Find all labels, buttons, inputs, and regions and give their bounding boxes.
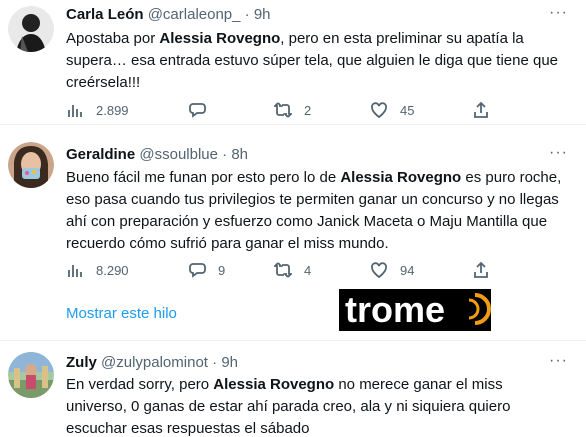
heart-icon (371, 102, 387, 119)
tweet-actions: 8.290 9 4 94 (66, 261, 488, 281)
timestamp[interactable]: 8h (231, 146, 248, 163)
tweet-header: Geraldine @ssoulblue · 8h (66, 146, 248, 163)
tweet-text: Bueno fácil me funan por esto pero lo de… (66, 167, 566, 255)
tweet-text: En verdad sorry, pero Alessia Rovegno no… (66, 374, 566, 437)
like-button[interactable]: 94 (370, 261, 414, 279)
tweet-actions: 2.899 2 45 (66, 101, 488, 121)
author-name[interactable]: Carla León (66, 6, 144, 23)
avatar[interactable] (8, 6, 54, 52)
tweet-header: Carla León @carlaleonp_ · 9h (66, 6, 271, 23)
reply-count: 9 (218, 262, 226, 278)
tweet-text-bold: Alessia Rovegno (340, 169, 462, 186)
tweet-text-bold: Alessia Rovegno (159, 30, 281, 47)
retweet-count: 2 (304, 102, 312, 118)
views-count: 8.290 (96, 262, 129, 278)
share-button[interactable] (472, 261, 490, 279)
tweet-text-part: Apostaba por (66, 30, 160, 47)
retweet-icon (274, 102, 292, 118)
like-button[interactable]: 45 (370, 101, 414, 119)
reply-button[interactable] (188, 101, 218, 119)
avatar[interactable] (8, 352, 54, 398)
more-options-icon[interactable]: ··· (549, 4, 568, 22)
watermark-text: trome (345, 289, 445, 330)
more-options-icon[interactable]: ··· (549, 144, 568, 162)
author-handle[interactable]: @ssoulblue (139, 146, 218, 163)
separator-dot: · (244, 6, 250, 23)
retweet-count: 4 (304, 262, 312, 278)
author-name[interactable]: Geraldine (66, 146, 135, 163)
tweet-text-bold: Alessia Rovegno (213, 376, 335, 393)
like-count: 45 (400, 102, 415, 118)
retweet-button[interactable]: 2 (274, 101, 311, 119)
heart-icon (371, 262, 387, 279)
share-button[interactable] (472, 101, 490, 119)
views-button[interactable]: 2.899 (66, 101, 129, 119)
timestamp[interactable]: 9h (221, 354, 238, 371)
timestamp[interactable]: 9h (254, 6, 271, 23)
author-name[interactable]: Zuly (66, 354, 97, 371)
views-icon (68, 265, 82, 277)
share-icon (474, 101, 488, 118)
like-count: 94 (400, 262, 415, 278)
tweet-text-part: Bueno fácil me funan por esto pero lo de (66, 169, 341, 186)
reply-button[interactable]: 9 (188, 261, 225, 279)
retweet-button[interactable]: 4 (274, 261, 311, 279)
avatar[interactable] (8, 142, 54, 188)
views-count: 2.899 (96, 102, 129, 118)
views-icon (68, 105, 82, 117)
views-button[interactable]: 8.290 (66, 261, 129, 279)
separator-dot: · (212, 354, 218, 371)
tweet-text-part: En verdad sorry, pero (66, 376, 214, 393)
retweet-icon (274, 262, 292, 278)
tweet-header: Zuly @zulypalominot · 9h (66, 354, 238, 371)
author-handle[interactable]: @carlaleonp_ (148, 6, 241, 23)
show-thread-link[interactable]: Mostrar este hilo (66, 305, 177, 322)
trome-watermark-logo: trome (339, 289, 491, 331)
author-handle[interactable]: @zulypalominot (101, 354, 208, 371)
more-options-icon[interactable]: ··· (549, 352, 568, 370)
share-icon (474, 261, 488, 278)
reply-icon (189, 263, 206, 278)
separator-dot: · (222, 146, 228, 163)
tweet-text: Apostaba por Alessia Rovegno, pero en es… (66, 28, 566, 94)
reply-icon (189, 103, 206, 118)
